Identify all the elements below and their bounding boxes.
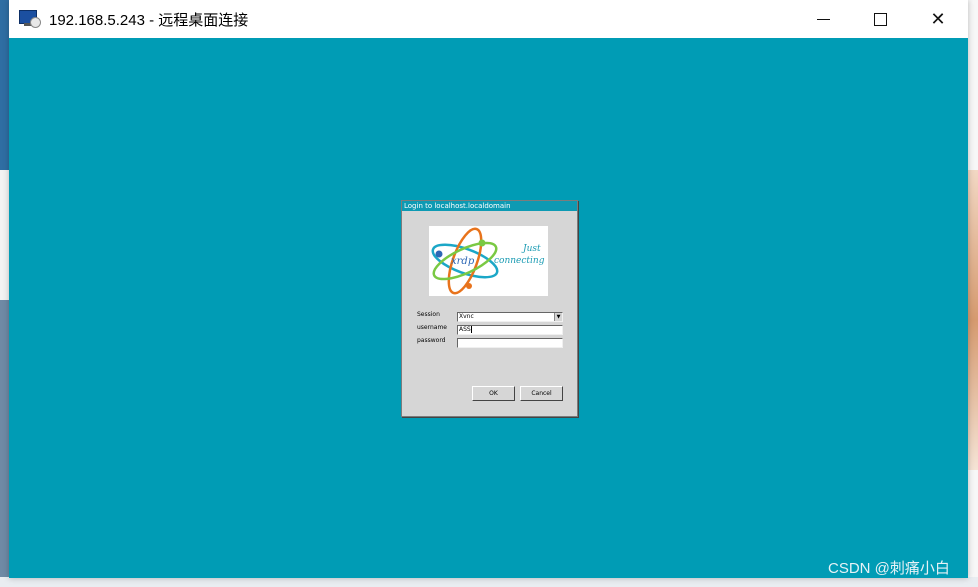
maximize-button[interactable]: [851, 0, 909, 38]
background-desktop-bottom: [0, 577, 978, 587]
password-label: password: [417, 337, 446, 344]
dialog-title: Login to localhost.localdomain: [402, 201, 577, 211]
minimize-button[interactable]: [794, 0, 852, 38]
remote-desktop-window[interactable]: 192.168.5.243 - 远程桌面连接 ✕ Login to localh…: [9, 0, 968, 578]
cancel-button[interactable]: Cancel: [520, 386, 563, 401]
text-cursor: [470, 326, 472, 333]
dropdown-arrow-icon[interactable]: ▼: [554, 313, 562, 321]
username-input[interactable]: ASS: [457, 325, 563, 335]
background-wallpaper-art: [968, 170, 978, 470]
remote-desktop-icon: [19, 10, 41, 28]
session-value: Xvnc: [459, 313, 474, 320]
password-input[interactable]: [457, 338, 563, 348]
logo-tagline-connecting: connecting: [494, 256, 545, 266]
csdn-watermark: CSDN @刺痛小白: [828, 560, 950, 577]
ok-button[interactable]: OK: [472, 386, 515, 401]
close-button[interactable]: ✕: [909, 0, 967, 38]
username-value: ASS: [459, 326, 471, 333]
logo-brand-text: xrdp: [451, 256, 475, 267]
logo-tagline-just: Just: [523, 244, 541, 254]
close-icon: ✕: [930, 8, 946, 30]
session-label: Session: [417, 311, 440, 318]
minimize-icon: [816, 18, 830, 20]
window-titlebar[interactable]: 192.168.5.243 - 远程桌面连接 ✕: [9, 0, 968, 38]
window-title: 192.168.5.243 - 远程桌面连接: [49, 11, 249, 29]
xrdp-logo: xrdp Just connecting: [429, 226, 548, 296]
username-label: username: [417, 324, 447, 331]
session-select[interactable]: Xvnc ▼: [457, 312, 563, 322]
maximize-icon: [873, 12, 887, 26]
xrdp-login-dialog[interactable]: Login to localhost.localdomain xrdp Just…: [401, 200, 578, 417]
